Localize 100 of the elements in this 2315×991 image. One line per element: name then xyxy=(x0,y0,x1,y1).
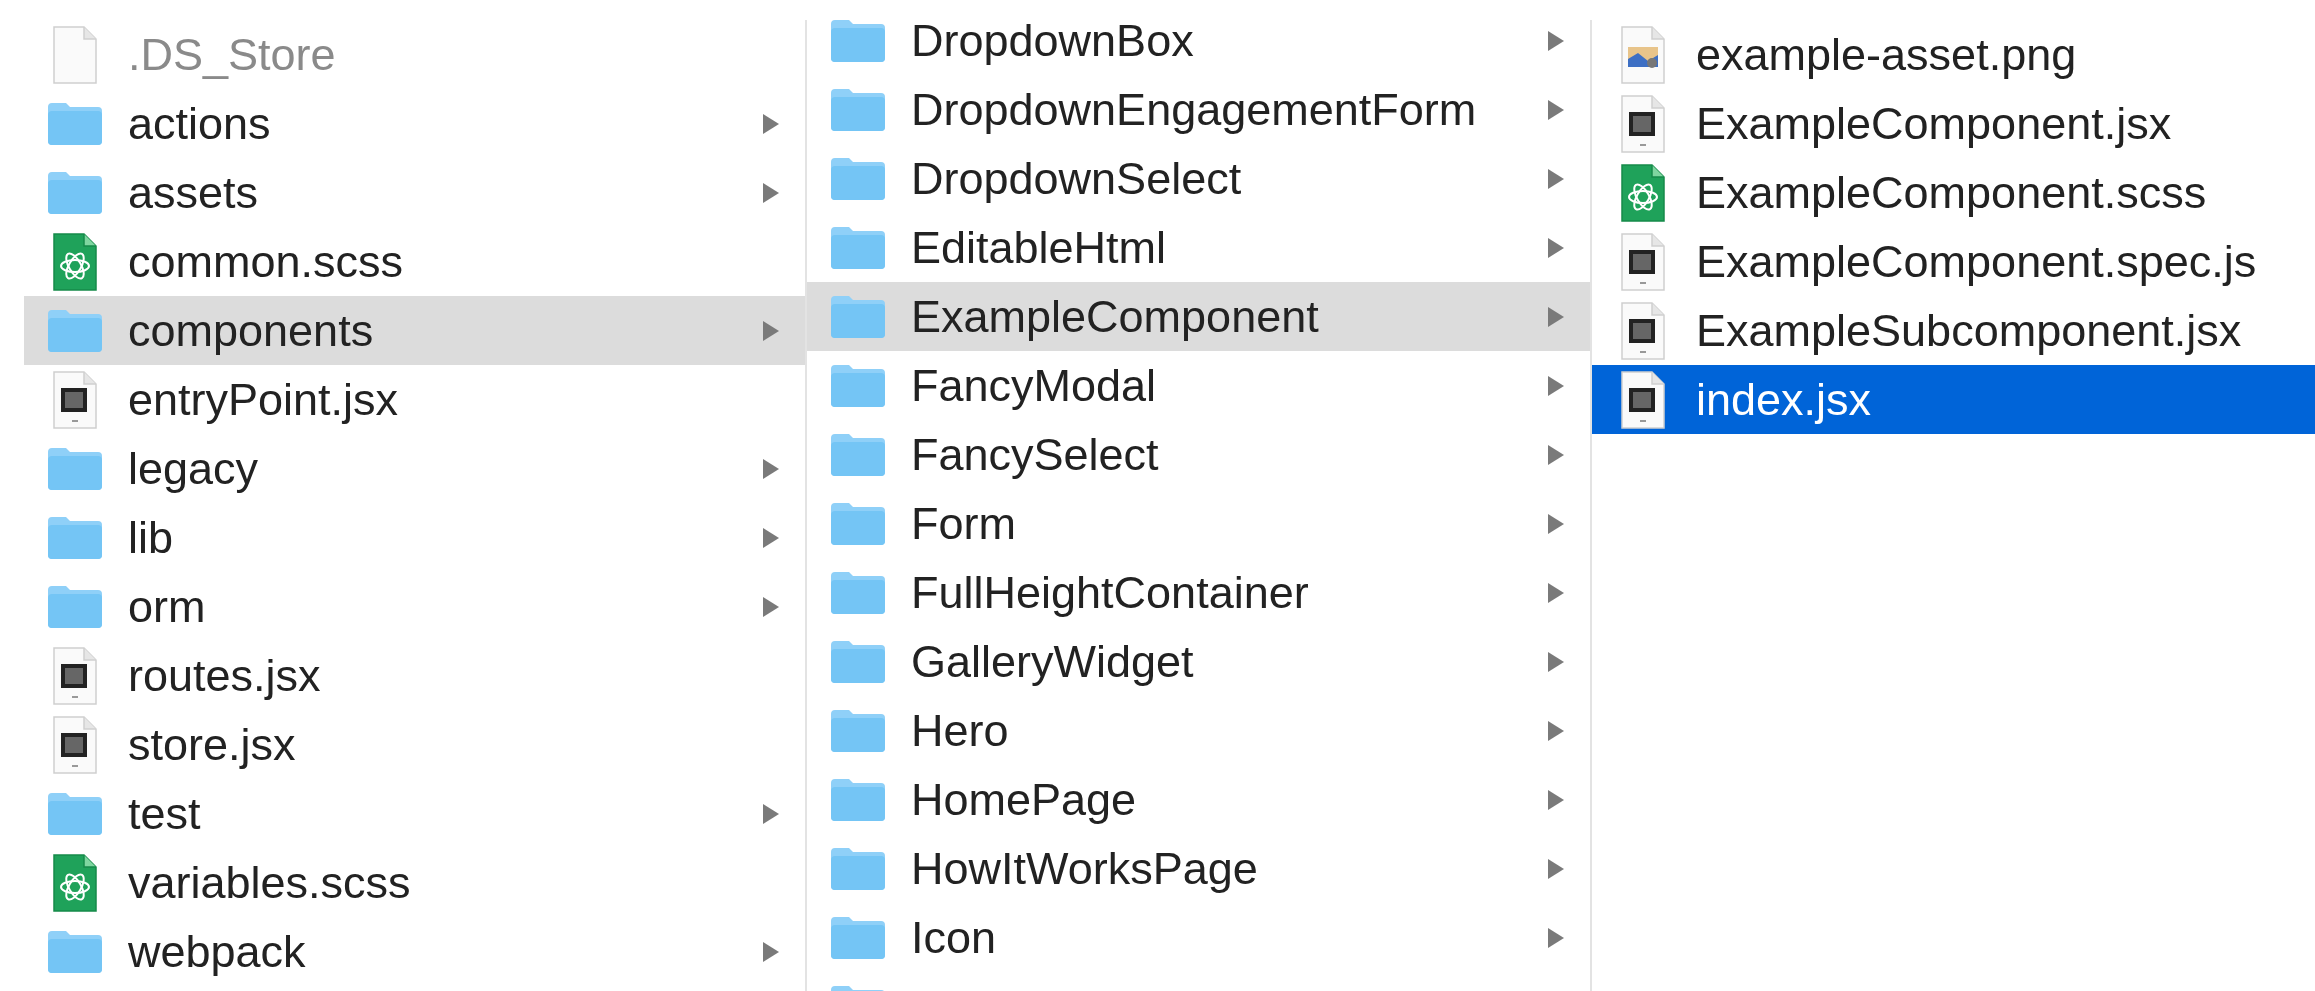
folder-name: DropdownEngagementForm xyxy=(911,84,1477,135)
disclosure-arrow-icon[interactable] xyxy=(1546,649,1566,674)
disclosure-arrow-icon[interactable] xyxy=(1546,580,1566,605)
folder-row[interactable]: orm xyxy=(24,572,805,641)
file-name: ExampleComponent.spec.js xyxy=(1696,236,2257,287)
folder-name: webpack xyxy=(128,926,306,977)
folder-row[interactable]: HowItWorksPage xyxy=(807,834,1590,903)
folder-name: legacy xyxy=(128,443,259,494)
file-name: store.jsx xyxy=(128,719,296,770)
folder-row[interactable]: Icon xyxy=(807,903,1590,972)
disclosure-arrow-icon[interactable] xyxy=(1546,235,1566,260)
disclosure-arrow-icon[interactable] xyxy=(1546,304,1566,329)
disclosure-arrow-icon[interactable] xyxy=(761,939,781,964)
disclosure-arrow-icon[interactable] xyxy=(1546,373,1566,398)
folder-row[interactable]: DropdownEngagementForm xyxy=(807,75,1590,144)
file-row[interactable]: store.jsx xyxy=(24,710,805,779)
disclosure-arrow-icon[interactable] xyxy=(1546,925,1566,950)
folder-row[interactable]: FancyModal xyxy=(807,351,1590,420)
folder-row[interactable]: assets xyxy=(24,158,805,227)
file-name: .DS_Store xyxy=(128,29,336,80)
disclosure-arrow-icon[interactable] xyxy=(761,180,781,205)
folder-icon xyxy=(46,790,104,837)
disclosure-arrow-icon[interactable] xyxy=(761,525,781,550)
folder-icon xyxy=(46,169,104,216)
disclosure-arrow-icon[interactable] xyxy=(761,111,781,136)
folder-row[interactable]: actions xyxy=(24,89,805,158)
disclosure-arrow-icon[interactable] xyxy=(1546,718,1566,743)
folder-icon xyxy=(829,86,887,133)
disclosure-arrow-icon[interactable] xyxy=(1546,511,1566,536)
folder-icon xyxy=(46,514,104,561)
disclosure-arrow-icon[interactable] xyxy=(761,801,781,826)
folder-name: assets xyxy=(128,167,259,218)
folder-row[interactable]: webpack xyxy=(24,917,805,986)
file-name: ExampleComponent.jsx xyxy=(1696,98,2172,149)
folder-name: DropdownSelect xyxy=(911,153,1242,204)
disclosure-arrow-icon[interactable] xyxy=(1546,28,1566,53)
folder-name: HomePage xyxy=(911,774,1137,825)
folder-row[interactable]: test xyxy=(24,779,805,848)
folder-icon xyxy=(46,445,104,492)
disclosure-arrow-icon[interactable] xyxy=(761,456,781,481)
folder-row[interactable]: FullHeightContainer xyxy=(807,558,1590,627)
folder-icon xyxy=(46,928,104,975)
file-row[interactable]: common.scss xyxy=(24,227,805,296)
file-row[interactable]: ExampleComponent.spec.js xyxy=(1592,227,2315,296)
folder-row[interactable]: GalleryWidget xyxy=(807,627,1590,696)
folder-icon xyxy=(829,707,887,754)
file-row[interactable]: ExampleComponent.jsx xyxy=(1592,89,2315,158)
folder-name: orm xyxy=(128,581,206,632)
folder-name: components xyxy=(128,305,374,356)
folder-name: FullHeightContainer xyxy=(911,567,1309,618)
file-name: routes.jsx xyxy=(128,650,321,701)
folder-icon xyxy=(829,500,887,547)
folder-icon xyxy=(829,155,887,202)
folder-name: FancySelect xyxy=(911,429,1159,480)
file-name: ExampleSubcomponent.jsx xyxy=(1696,305,2242,356)
folder-icon xyxy=(829,638,887,685)
disclosure-arrow-icon[interactable] xyxy=(761,594,781,619)
folder-name: actions xyxy=(128,98,271,149)
folder-icon xyxy=(829,845,887,892)
folder-name: FancyModal xyxy=(911,360,1157,411)
folder-name: lib xyxy=(128,512,174,563)
folder-row[interactable]: Hero xyxy=(807,696,1590,765)
folder-name: HowItWorksPage xyxy=(911,843,1258,894)
folder-row[interactable]: FancySelect xyxy=(807,420,1590,489)
folder-row[interactable]: DropdownSelect xyxy=(807,144,1590,213)
file-name: ExampleComponent.scss xyxy=(1696,167,2207,218)
folder-row[interactable]: Form xyxy=(807,489,1590,558)
folder-name: Icon xyxy=(911,912,997,963)
disclosure-arrow-icon[interactable] xyxy=(761,318,781,343)
disclosure-arrow-icon[interactable] xyxy=(1546,166,1566,191)
folder-row[interactable]: EditableHtml xyxy=(807,213,1590,282)
folder-icon xyxy=(829,431,887,478)
folder-icon xyxy=(829,914,887,961)
folder-row[interactable]: legacy xyxy=(24,434,805,503)
folder-row[interactable]: HomePage xyxy=(807,765,1590,834)
folder-row[interactable]: DropdownBox xyxy=(807,20,1590,75)
file-row[interactable]: ExampleSubcomponent.jsx xyxy=(1592,296,2315,365)
file-row[interactable]: variables.scss xyxy=(24,848,805,917)
folder-icon xyxy=(829,569,887,616)
folder-row[interactable]: lib xyxy=(24,503,805,572)
folder-icon xyxy=(829,362,887,409)
folder-icon xyxy=(829,224,887,271)
folder-row[interactable]: components xyxy=(24,296,805,365)
disclosure-arrow-icon[interactable] xyxy=(1546,442,1566,467)
folder-icon xyxy=(829,776,887,823)
file-row[interactable]: index.jsx xyxy=(1592,365,2315,434)
folder-icon xyxy=(829,20,887,64)
file-name: entryPoint.jsx xyxy=(128,374,399,425)
disclosure-arrow-icon[interactable] xyxy=(1546,787,1566,812)
disclosure-arrow-icon[interactable] xyxy=(1546,97,1566,122)
folder-name: Hero xyxy=(911,705,1009,756)
file-row[interactable]: example-asset.png xyxy=(1592,20,2315,89)
file-name: variables.scss xyxy=(128,857,411,908)
folder-icon xyxy=(46,583,104,630)
folder-name: Form xyxy=(911,498,1016,549)
file-row[interactable]: routes.jsx xyxy=(24,641,805,710)
disclosure-arrow-icon[interactable] xyxy=(1546,856,1566,881)
folder-row[interactable]: ExampleComponent xyxy=(807,282,1590,351)
file-row[interactable]: entryPoint.jsx xyxy=(24,365,805,434)
file-row[interactable]: ExampleComponent.scss xyxy=(1592,158,2315,227)
